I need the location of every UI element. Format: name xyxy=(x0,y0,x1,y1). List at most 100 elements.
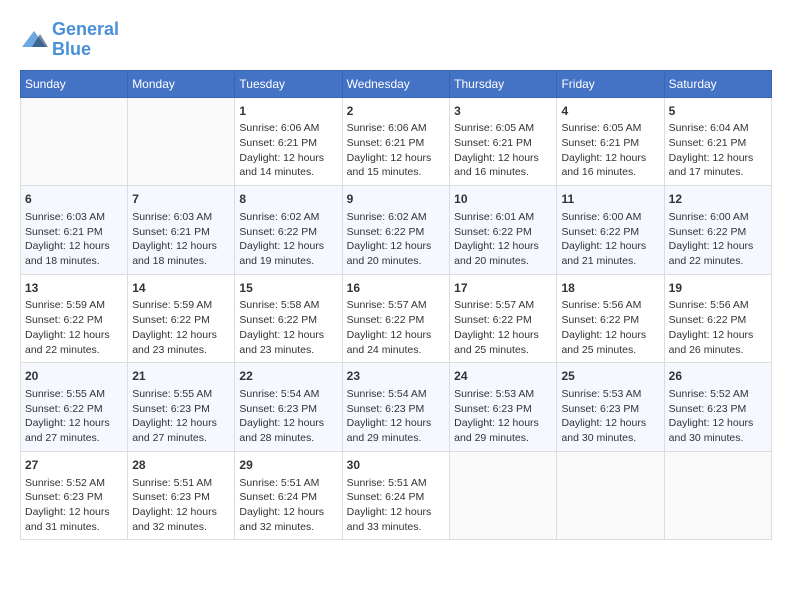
cell-text: Sunset: 6:22 PM xyxy=(347,313,446,328)
day-number: 6 xyxy=(25,191,123,208)
cell-text: Daylight: 12 hours and 27 minutes. xyxy=(132,416,230,445)
cell-text: Daylight: 12 hours and 24 minutes. xyxy=(347,328,446,357)
cell-text: Sunrise: 5:56 AM xyxy=(561,298,659,313)
cell-text: Sunrise: 6:00 AM xyxy=(561,210,659,225)
cell-text: Sunset: 6:22 PM xyxy=(669,225,767,240)
day-number: 25 xyxy=(561,368,659,385)
header-cell-sunday: Sunday xyxy=(21,70,128,97)
cell-text: Sunset: 6:21 PM xyxy=(347,136,446,151)
cell-text: Sunset: 6:23 PM xyxy=(347,402,446,417)
cell-text: Sunset: 6:21 PM xyxy=(25,225,123,240)
cell-text: Daylight: 12 hours and 26 minutes. xyxy=(669,328,767,357)
day-number: 11 xyxy=(561,191,659,208)
cell-text: Sunset: 6:23 PM xyxy=(132,490,230,505)
cell-text: Sunrise: 5:58 AM xyxy=(239,298,337,313)
cell-text: Sunrise: 5:53 AM xyxy=(561,387,659,402)
day-number: 23 xyxy=(347,368,446,385)
calendar-table: SundayMondayTuesdayWednesdayThursdayFrid… xyxy=(20,70,772,541)
day-number: 27 xyxy=(25,457,123,474)
calendar-cell: 15Sunrise: 5:58 AMSunset: 6:22 PMDayligh… xyxy=(235,274,342,363)
cell-text: Sunset: 6:22 PM xyxy=(239,225,337,240)
cell-text: Daylight: 12 hours and 15 minutes. xyxy=(347,151,446,180)
cell-text: Daylight: 12 hours and 29 minutes. xyxy=(454,416,552,445)
cell-text: Sunrise: 6:04 AM xyxy=(669,121,767,136)
cell-text: Sunset: 6:21 PM xyxy=(132,225,230,240)
cell-text: Sunrise: 5:59 AM xyxy=(132,298,230,313)
cell-text: Daylight: 12 hours and 30 minutes. xyxy=(561,416,659,445)
cell-text: Sunrise: 5:56 AM xyxy=(669,298,767,313)
day-number: 26 xyxy=(669,368,767,385)
cell-text: Daylight: 12 hours and 17 minutes. xyxy=(669,151,767,180)
cell-text: Sunset: 6:22 PM xyxy=(669,313,767,328)
calendar-cell: 25Sunrise: 5:53 AMSunset: 6:23 PMDayligh… xyxy=(557,363,664,452)
cell-text: Daylight: 12 hours and 22 minutes. xyxy=(669,239,767,268)
cell-text: Sunrise: 5:59 AM xyxy=(25,298,123,313)
calendar-cell: 7Sunrise: 6:03 AMSunset: 6:21 PMDaylight… xyxy=(128,186,235,275)
cell-text: Daylight: 12 hours and 32 minutes. xyxy=(132,505,230,534)
cell-text: Daylight: 12 hours and 33 minutes. xyxy=(347,505,446,534)
week-row-4: 20Sunrise: 5:55 AMSunset: 6:22 PMDayligh… xyxy=(21,363,772,452)
cell-text: Sunset: 6:21 PM xyxy=(669,136,767,151)
cell-text: Daylight: 12 hours and 20 minutes. xyxy=(454,239,552,268)
cell-text: Sunset: 6:22 PM xyxy=(132,313,230,328)
week-row-5: 27Sunrise: 5:52 AMSunset: 6:23 PMDayligh… xyxy=(21,451,772,540)
calendar-cell: 1Sunrise: 6:06 AMSunset: 6:21 PMDaylight… xyxy=(235,97,342,186)
day-number: 21 xyxy=(132,368,230,385)
cell-text: Sunset: 6:22 PM xyxy=(454,313,552,328)
calendar-cell xyxy=(664,451,771,540)
cell-text: Sunset: 6:23 PM xyxy=(132,402,230,417)
cell-text: Daylight: 12 hours and 21 minutes. xyxy=(561,239,659,268)
calendar-body: 1Sunrise: 6:06 AMSunset: 6:21 PMDaylight… xyxy=(21,97,772,540)
cell-text: Daylight: 12 hours and 14 minutes. xyxy=(239,151,337,180)
day-number: 24 xyxy=(454,368,552,385)
header-cell-friday: Friday xyxy=(557,70,664,97)
week-row-1: 1Sunrise: 6:06 AMSunset: 6:21 PMDaylight… xyxy=(21,97,772,186)
day-number: 5 xyxy=(669,103,767,120)
cell-text: Sunset: 6:24 PM xyxy=(347,490,446,505)
cell-text: Sunset: 6:22 PM xyxy=(561,225,659,240)
calendar-cell: 22Sunrise: 5:54 AMSunset: 6:23 PMDayligh… xyxy=(235,363,342,452)
calendar-cell: 13Sunrise: 5:59 AMSunset: 6:22 PMDayligh… xyxy=(21,274,128,363)
cell-text: Sunrise: 5:57 AM xyxy=(347,298,446,313)
day-number: 2 xyxy=(347,103,446,120)
calendar-cell: 11 Sunrise: 6:00 AMSunset: 6:22 PMDayligh… xyxy=(557,186,664,275)
cell-text: Sunset: 6:22 PM xyxy=(25,402,123,417)
page-header: General Blue xyxy=(20,20,772,60)
day-number: 7 xyxy=(132,191,230,208)
day-number: 29 xyxy=(239,457,337,474)
cell-text: Sunrise: 5:57 AM xyxy=(454,298,552,313)
cell-text: Sunrise: 6:00 AM xyxy=(669,210,767,225)
cell-text: Sunrise: 6:05 AM xyxy=(454,121,552,136)
day-number: 12 xyxy=(669,191,767,208)
header-row: SundayMondayTuesdayWednesdayThursdayFrid… xyxy=(21,70,772,97)
header-cell-monday: Monday xyxy=(128,70,235,97)
cell-text: Sunset: 6:23 PM xyxy=(669,402,767,417)
calendar-cell: 18Sunrise: 5:56 AMSunset: 6:22 PMDayligh… xyxy=(557,274,664,363)
cell-text: Daylight: 12 hours and 28 minutes. xyxy=(239,416,337,445)
day-number: 18 xyxy=(561,280,659,297)
day-number: 4 xyxy=(561,103,659,120)
cell-text: Sunset: 6:24 PM xyxy=(239,490,337,505)
cell-text: Sunrise: 5:51 AM xyxy=(239,476,337,491)
cell-text: Sunset: 6:22 PM xyxy=(239,313,337,328)
calendar-cell xyxy=(557,451,664,540)
cell-text: Daylight: 12 hours and 23 minutes. xyxy=(132,328,230,357)
calendar-header: SundayMondayTuesdayWednesdayThursdayFrid… xyxy=(21,70,772,97)
calendar-cell: 29Sunrise: 5:51 AMSunset: 6:24 PMDayligh… xyxy=(235,451,342,540)
calendar-cell: 28Sunrise: 5:51 AMSunset: 6:23 PMDayligh… xyxy=(128,451,235,540)
cell-text: Sunrise: 6:06 AM xyxy=(239,121,337,136)
cell-text: Daylight: 12 hours and 19 minutes. xyxy=(239,239,337,268)
cell-text: Sunset: 6:23 PM xyxy=(25,490,123,505)
day-number: 8 xyxy=(239,191,337,208)
cell-text: Sunrise: 6:05 AM xyxy=(561,121,659,136)
cell-text: Sunset: 6:23 PM xyxy=(239,402,337,417)
cell-text: Daylight: 12 hours and 18 minutes. xyxy=(25,239,123,268)
calendar-cell: 5Sunrise: 6:04 AMSunset: 6:21 PMDaylight… xyxy=(664,97,771,186)
calendar-cell: 24Sunrise: 5:53 AMSunset: 6:23 PMDayligh… xyxy=(450,363,557,452)
cell-text: Daylight: 12 hours and 31 minutes. xyxy=(25,505,123,534)
cell-text: Sunrise: 6:02 AM xyxy=(239,210,337,225)
cell-text: Daylight: 12 hours and 18 minutes. xyxy=(132,239,230,268)
calendar-cell xyxy=(21,97,128,186)
day-number: 15 xyxy=(239,280,337,297)
cell-text: Sunrise: 5:52 AM xyxy=(669,387,767,402)
